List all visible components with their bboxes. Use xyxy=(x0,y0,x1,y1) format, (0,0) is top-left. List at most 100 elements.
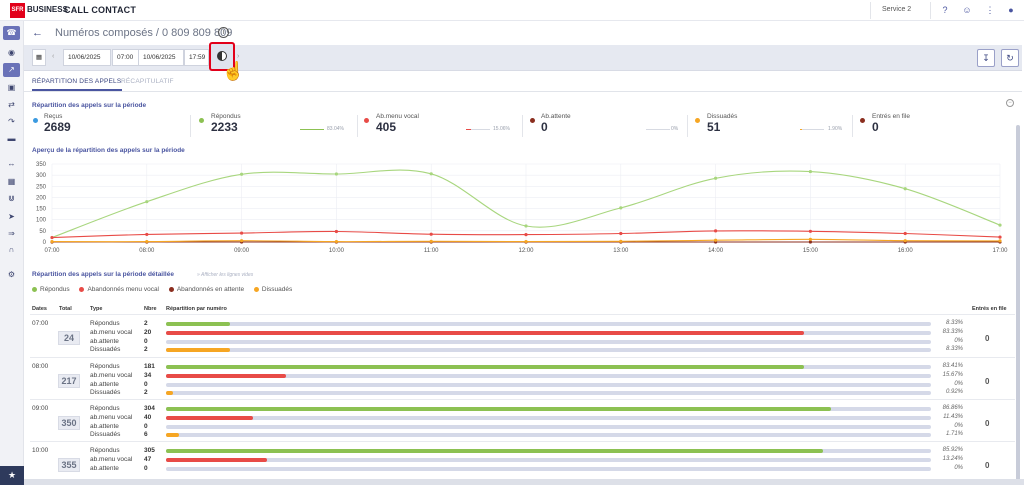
inbox-icon[interactable]: ⇄ xyxy=(3,98,20,112)
help-icon[interactable]: ? xyxy=(939,4,951,16)
row-percent: 0% xyxy=(954,337,963,344)
kpi-label-entres: Entrés en file xyxy=(872,113,910,120)
kpi-pct-repondus: 83.04% xyxy=(327,126,344,132)
collapse-icon[interactable]: − xyxy=(1006,99,1014,107)
date-to-field[interactable]: 10/06/2025 xyxy=(138,49,184,66)
chevron-left-icon[interactable]: ‹ xyxy=(52,53,54,60)
account-icon[interactable]: ● xyxy=(1005,4,1017,16)
time-from-field[interactable]: 07:00 xyxy=(112,49,139,66)
legend-item[interactable]: Répondus xyxy=(32,286,70,293)
kpi-label-menu-vocal: Ab.menu vocal xyxy=(376,113,419,120)
repartition-bar-fill xyxy=(166,322,230,326)
x-tick-label: 14:00 xyxy=(708,248,724,254)
data-point xyxy=(903,187,907,191)
row-type-label: ab.attente xyxy=(90,464,119,472)
star-icon[interactable]: ★ xyxy=(0,466,24,485)
divider xyxy=(687,115,688,137)
kpi-value-attente: 0 xyxy=(541,120,548,134)
info-icon[interactable]: i xyxy=(218,27,229,38)
y-tick-label: 150 xyxy=(36,207,47,213)
row-type-label: ab.menu vocal xyxy=(90,413,133,421)
bottom-scrollbar[interactable] xyxy=(24,479,1024,485)
phone-forward-icon[interactable]: ↷ xyxy=(3,115,20,129)
col-entres: Entrés en file xyxy=(972,306,1007,312)
merge-icon[interactable]: ⋓ xyxy=(3,192,20,206)
tab-recapitulatif[interactable]: RÉCAPITULATIF xyxy=(121,78,174,85)
phone-transfer-icon[interactable]: ⇒ xyxy=(3,227,20,241)
download-icon[interactable]: ↧ xyxy=(977,49,995,67)
calendar-icon[interactable]: ▦ xyxy=(32,49,46,66)
swap-icon[interactable]: ↔ xyxy=(3,157,20,171)
row-hour: 10:00 xyxy=(32,447,49,454)
row-divider xyxy=(30,314,1015,315)
overview-line-chart: 350 300 250 200 150 100 50 0 07:00 08:00 09:00 10:0… xyxy=(36,162,1008,254)
tab-repartition[interactable]: RÉPARTITION DES APPELS xyxy=(32,78,121,85)
row-percent: 0% xyxy=(954,464,963,471)
back-arrow-icon[interactable]: ← xyxy=(32,27,43,39)
tab-bar: RÉPARTITION DES APPELS RÉCAPITULATIF xyxy=(24,72,1022,92)
row-hour: 07:00 xyxy=(32,320,49,327)
time-to-field[interactable]: 17:59 xyxy=(184,49,209,66)
legend-item[interactable]: Dissuadés xyxy=(253,286,292,293)
data-point xyxy=(808,169,813,174)
col-repartition: Répartition par numéro xyxy=(166,306,227,312)
row-entres-en-file: 0 xyxy=(985,461,990,470)
repartition-bar-fill xyxy=(166,407,831,411)
kpi-bar-repondus xyxy=(300,129,324,130)
legend-label: Abandonnés menu vocal xyxy=(87,286,160,293)
repartition-bar-fill xyxy=(166,391,173,396)
data-point xyxy=(429,232,433,236)
headset-icon[interactable]: ☎ xyxy=(3,26,20,40)
folder-icon[interactable]: ▬ xyxy=(3,132,20,146)
date-from-field[interactable]: 10/06/2025 xyxy=(63,49,111,66)
row-type-label: ab.menu vocal xyxy=(90,455,133,463)
data-point xyxy=(240,239,244,243)
settings-icon[interactable]: ⚙ xyxy=(3,268,20,282)
col-dates: Dates xyxy=(32,306,47,312)
kpi-dot-repondus xyxy=(199,118,204,123)
legend-item[interactable]: Abandonnés en attente xyxy=(168,286,244,293)
row-percent: 11.43% xyxy=(943,413,963,420)
data-point xyxy=(903,231,907,236)
app-title: CALL CONTACT xyxy=(64,5,137,15)
service-selector[interactable]: Service 2 xyxy=(882,6,911,13)
arrow-icon[interactable]: ➤ xyxy=(3,210,20,224)
data-point xyxy=(240,231,244,235)
chevron-right-icon[interactable]: › xyxy=(237,53,239,60)
save-icon[interactable]: ▣ xyxy=(3,81,20,95)
row-percent: 83.33% xyxy=(942,328,963,335)
row-percent: 86.86% xyxy=(942,405,963,411)
row-count: 0 xyxy=(144,464,148,472)
apps-grid-icon[interactable]: ⋮ xyxy=(984,4,996,16)
kpi-value-entres: 0 xyxy=(872,120,879,134)
show-empty-rows-link[interactable]: » Afficher les lignes vides xyxy=(197,272,253,278)
repartition-bar-track xyxy=(166,457,931,462)
kpi-dot-dissuades xyxy=(695,118,700,123)
calendar-icon[interactable]: ▦ xyxy=(3,175,20,189)
kpi-track-dissuades xyxy=(800,129,824,130)
kpi-track-attente xyxy=(646,129,670,130)
row-percent: 0% xyxy=(954,422,963,429)
row-percent: 15.67% xyxy=(942,371,963,378)
y-tick-label: 250 xyxy=(36,184,47,190)
row-percent: 8.33% xyxy=(945,346,963,353)
scrollbar[interactable] xyxy=(1016,125,1020,485)
x-tick-label: 07:00 xyxy=(44,248,60,254)
trend-icon[interactable]: ↗ xyxy=(3,63,20,77)
support-icon[interactable]: ∩ xyxy=(3,243,20,257)
eye-icon[interactable]: ◉ xyxy=(3,46,20,60)
row-type-label: Répondus xyxy=(90,363,120,370)
kpi-pct-menu-vocal: 15.06% xyxy=(493,126,510,132)
legend-item[interactable]: Abandonnés menu vocal xyxy=(79,286,159,293)
repartition-bar-track xyxy=(166,449,931,453)
users-icon[interactable]: ☺ xyxy=(961,4,973,16)
row-total: 355 xyxy=(58,458,80,472)
row-count: 2 xyxy=(144,320,148,327)
repartition-bar-fill xyxy=(166,348,230,353)
repartition-bar-fill xyxy=(166,373,286,378)
row-entres-en-file: 0 xyxy=(985,377,990,386)
refresh-icon[interactable]: ↻ xyxy=(1001,49,1019,67)
repartition-bar-fill xyxy=(166,457,268,462)
data-point xyxy=(619,239,623,243)
row-total: 24 xyxy=(58,331,80,345)
